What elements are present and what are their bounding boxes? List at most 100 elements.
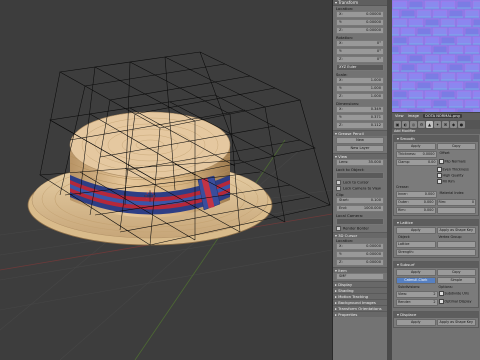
checkbox-box <box>336 186 341 191</box>
optimal-display-checkbox[interactable]: Optimal Display <box>438 299 477 304</box>
panel-properties-header[interactable]: ▸ Properties <box>333 311 387 317</box>
lattice-object-field[interactable]: Lattice <box>396 241 436 248</box>
strength-field[interactable]: Strength: <box>396 249 476 256</box>
tab-object[interactable]: ⚙ <box>418 121 425 128</box>
rim-field[interactable]: Rim: 0.000 <box>396 207 436 214</box>
render-border-checkbox[interactable]: Render Border <box>336 226 384 231</box>
texture-brick <box>448 9 464 18</box>
modifier-lattice: ▾ Lattice Apply Apply as Shape Key Object… <box>393 219 479 258</box>
scale-x-field[interactable]: X: 1.000 <box>336 77 384 84</box>
tab-modifiers[interactable]: ▲ <box>426 121 433 128</box>
location-x-field[interactable]: X: 0.00000 <box>336 11 384 18</box>
viewport-canvas[interactable] <box>0 0 332 360</box>
modifier-header[interactable]: ▾ Subsurf <box>394 262 478 268</box>
clip-end-field[interactable]: End: 1000.000 <box>336 205 384 212</box>
tab-data[interactable]: ✦ <box>434 121 441 128</box>
field-value: 35.000 <box>368 160 381 164</box>
high-quality-checkbox[interactable]: High Quality <box>436 173 477 178</box>
rotation-z-field[interactable]: Z: 0° <box>336 56 384 63</box>
field-value: 0.00000 <box>366 252 381 256</box>
view-levels-field[interactable]: View: 2 <box>396 291 438 298</box>
even-thickness-checkbox[interactable] <box>396 167 436 172</box>
texture-brick <box>392 72 408 81</box>
tab-physics[interactable]: ● <box>458 121 465 128</box>
dimensions-x-field[interactable]: X: 0.349 <box>336 106 384 113</box>
apply-button[interactable]: Apply <box>396 269 436 276</box>
texture-brick <box>400 99 416 108</box>
apply-button[interactable]: Apply <box>396 227 436 234</box>
cursor-x-field[interactable]: X: 0.00000 <box>336 243 384 250</box>
3d-viewport[interactable] <box>0 0 332 360</box>
image-editor-header[interactable]: View Image DOTA NORMAL.png <box>392 112 480 120</box>
lock-to-cursor-checkbox[interactable]: Lock to Cursor <box>336 180 384 185</box>
item-name-field[interactable]: SMF <box>336 273 384 280</box>
lens-field[interactable]: Lens: 35.000 <box>336 159 384 166</box>
properties-tabs[interactable]: ▣ ◐ ◎ ⚙ ▲ ✦ ⌘ ◆ ● <box>392 120 480 129</box>
view-menu[interactable]: View <box>395 114 404 118</box>
flip-normals-checkbox[interactable]: Flip Normals <box>438 159 477 164</box>
panel-transform-orientations-header[interactable]: ▸ Transform Orientations <box>333 305 387 311</box>
lock-camera-checkbox[interactable]: Lock Camera to View <box>336 186 384 191</box>
apply-as-shape-key-button[interactable]: Apply as Shape Key <box>436 227 476 234</box>
tab-render[interactable]: ▣ <box>394 121 401 128</box>
scale-z-field[interactable]: Z: 1.000 <box>336 93 384 100</box>
render-levels-field[interactable]: Render: 2 <box>396 299 438 306</box>
image-editor-canvas[interactable] <box>392 0 480 112</box>
copy-button[interactable]: Copy <box>436 143 476 150</box>
tab-material[interactable]: ⌘ <box>442 121 449 128</box>
location-y-field[interactable]: Y: 0.00000 <box>336 19 384 26</box>
field-key: Rim: <box>398 208 406 212</box>
rim-material-field[interactable] <box>436 207 476 214</box>
apply-button[interactable]: Apply <box>396 319 436 326</box>
local-camera-field[interactable] <box>336 218 384 225</box>
even-thickness-check[interactable]: Even Thickness <box>436 167 477 172</box>
lock-object-field[interactable] <box>336 172 384 179</box>
texture-brick <box>472 0 480 9</box>
tab-world[interactable]: ◎ <box>410 121 417 128</box>
cursor-y-field[interactable]: Y: 0.00000 <box>336 251 384 258</box>
texture-brick <box>448 45 464 54</box>
rotation-x-field[interactable]: X: 0° <box>336 40 384 47</box>
texture-brick <box>408 18 424 27</box>
vertex-group-field[interactable] <box>436 241 476 248</box>
dimensions-y-field[interactable]: Y: 0.371 <box>336 114 384 121</box>
subdivide-uvs-checkbox[interactable]: Subdivide UVs <box>438 291 477 296</box>
modifier-header[interactable]: ▾ Smooth <box>394 136 478 142</box>
properties-sidebar[interactable]: ▾ Transform Location: X: 0.00000 Y: 0.0000… <box>332 0 387 360</box>
inner-field[interactable]: Inner: 0.000 <box>396 191 437 198</box>
location-z-field[interactable]: Z: 0.00000 <box>336 27 384 34</box>
image-menu[interactable]: Image <box>408 114 419 118</box>
simple-button[interactable]: Simple <box>436 277 476 284</box>
modifier-stack[interactable]: Add Modifier ▾ Smooth Apply Copy Thicknes… <box>392 129 480 360</box>
dimensions-z-field[interactable]: Z: 0.112 <box>336 122 384 129</box>
checkbox-box <box>438 159 444 164</box>
texture-brick <box>464 81 480 90</box>
apply-as-shape-key-button[interactable]: Apply as Shape Key <box>436 319 476 326</box>
copy-button[interactable]: Copy <box>436 269 476 276</box>
cursor-z-field[interactable]: Z: 0.00000 <box>336 259 384 266</box>
rotation-y-field[interactable]: Y: 0° <box>336 48 384 55</box>
texture-brick <box>408 36 424 45</box>
grease-new-button[interactable]: New <box>336 137 384 144</box>
catmull-clark-button[interactable]: Catmull-Clark <box>396 277 436 284</box>
tab-scene[interactable]: ◐ <box>402 121 409 128</box>
thickness-field[interactable]: Thickness: 0.0000 <box>396 151 437 158</box>
add-modifier-dropdown[interactable]: Add Modifier <box>392 129 480 134</box>
clamp-field[interactable]: Clamp: 0.00 <box>396 159 438 166</box>
clip-start-field[interactable]: Start: 0.100 <box>336 197 384 204</box>
modifier-header[interactable]: ▾ Displace <box>394 312 478 318</box>
grease-new-layer-button[interactable]: New Layer <box>336 145 384 152</box>
subdivisions-label: Subdivisions: <box>398 285 421 289</box>
modifier-header[interactable]: ▾ Lattice <box>394 220 478 226</box>
tab-texture[interactable]: ◆ <box>450 121 457 128</box>
panel-title: Background Images <box>338 300 376 305</box>
field-value: 0.371 <box>370 115 381 119</box>
rotation-mode-select[interactable]: XYZ Euler <box>336 64 384 71</box>
material-offset-field[interactable]: Rim: 0 <box>436 199 476 206</box>
outer-field[interactable]: Outer: 0.000 <box>396 199 436 206</box>
scale-y-field[interactable]: Y: 1.000 <box>336 85 384 92</box>
fill-rim-checkbox[interactable]: Fill Rim <box>436 179 477 184</box>
apply-button[interactable]: Apply <box>396 143 436 150</box>
image-name-field[interactable]: DOTA NORMAL.png <box>423 114 462 118</box>
panel-grease-pencil-header[interactable]: ▾ Grease Pencil <box>333 130 387 136</box>
